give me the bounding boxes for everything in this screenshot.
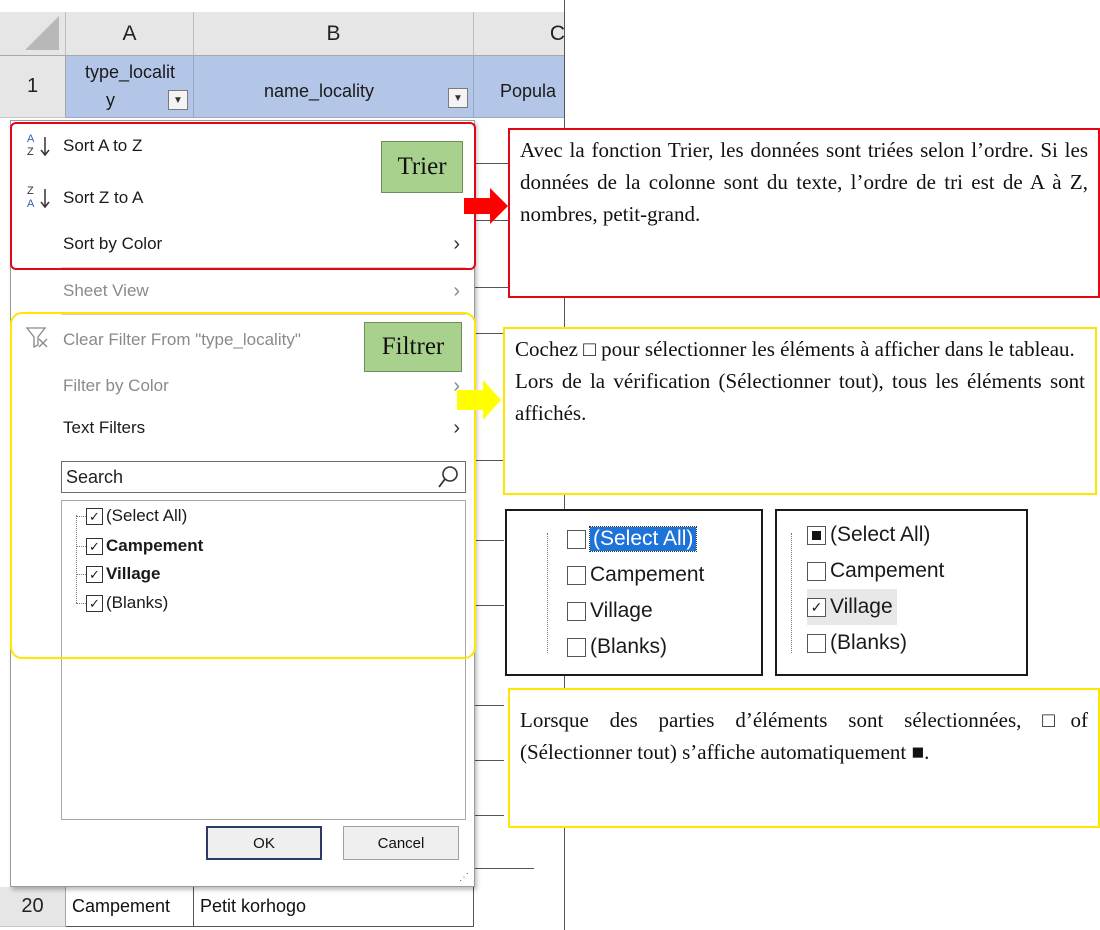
checkbox-empty-icon bbox=[807, 633, 826, 653]
panel-item-select-all: (Select All) bbox=[807, 517, 930, 553]
panel-item-village: Village bbox=[567, 593, 653, 629]
panel-item-label: Campement bbox=[590, 563, 705, 586]
yellow-arrow-icon bbox=[457, 380, 501, 420]
sort-callout: Avec la fonction Trier, les données sont… bbox=[508, 128, 1100, 298]
grid-line bbox=[474, 460, 504, 461]
panel-item-label-selected: (Select All) bbox=[588, 526, 698, 552]
panel-item-blanks: (Blanks) bbox=[807, 625, 907, 661]
panel-item-label: (Blanks) bbox=[590, 635, 668, 658]
panel-item-label: Village bbox=[830, 595, 893, 618]
grid-line bbox=[474, 540, 504, 541]
column-header-c[interactable]: C bbox=[474, 12, 565, 56]
panel-item-campement: Campement bbox=[567, 557, 704, 593]
chevron-right-icon: › bbox=[453, 279, 460, 302]
filter-dropdown-button-a[interactable]: ▼ bbox=[168, 90, 188, 110]
filter-callout: Cochez □ pour sélectionner les éléments … bbox=[503, 327, 1097, 495]
header-cell-type-locality[interactable]: type_localit y ▼ bbox=[66, 56, 194, 118]
select-all-corner[interactable] bbox=[0, 12, 66, 56]
panel-item-label: Campement bbox=[830, 559, 945, 582]
checkbox-empty-icon bbox=[567, 601, 586, 621]
cancel-button[interactable]: Cancel bbox=[343, 826, 459, 860]
ok-button[interactable]: OK bbox=[206, 826, 322, 860]
checkbox-empty-icon bbox=[567, 529, 586, 549]
cell-b20[interactable]: Petit korhogo bbox=[194, 887, 474, 927]
filter-tag: Filtrer bbox=[364, 322, 462, 372]
grid-line bbox=[474, 760, 504, 761]
panel-item-village: ✓ Village bbox=[807, 589, 897, 625]
grid-line bbox=[474, 815, 504, 816]
example-panel-partial: (Select All) Campement ✓ Village (Blanks… bbox=[775, 509, 1028, 676]
tree-connector bbox=[547, 533, 548, 653]
filter-callout-line1: Cochez □ pour sélectionner les éléments … bbox=[515, 337, 1075, 361]
header-a-line2: y bbox=[106, 90, 115, 110]
row-header-1[interactable]: 1 bbox=[0, 56, 66, 118]
header-b-text: name_locality bbox=[264, 81, 375, 101]
filter-callout-line2: Lors de la vérification (Sélectionner to… bbox=[515, 369, 1085, 425]
header-cell-name-locality[interactable]: name_locality ▼ bbox=[194, 56, 474, 118]
row-header-20[interactable]: 20 bbox=[0, 887, 66, 927]
header-c-text: Popula bbox=[500, 81, 557, 101]
panel-item-label: Village bbox=[590, 599, 653, 622]
panel-item-label: (Select All) bbox=[830, 523, 931, 546]
header-a-line1: type_localit bbox=[84, 62, 176, 82]
example-panel-unchecked: (Select All) Campement Village (Blanks) bbox=[505, 509, 763, 676]
checkbox-checked-icon: ✓ bbox=[807, 597, 826, 617]
grid-line bbox=[474, 868, 534, 869]
column-header-b[interactable]: B bbox=[194, 12, 474, 56]
sheet-view-label: Sheet View bbox=[63, 281, 149, 300]
header-cell-population[interactable]: Popula bbox=[474, 56, 565, 118]
panel-item-select-all: (Select All) bbox=[567, 521, 698, 557]
partial-selection-callout: Lorsque des parties d’éléments sont séle… bbox=[508, 688, 1100, 828]
checkbox-empty-icon bbox=[807, 561, 826, 581]
grid-line bbox=[474, 705, 504, 706]
filter-dropdown-button-b[interactable]: ▼ bbox=[448, 88, 468, 108]
resize-grip-icon[interactable]: ⋰ bbox=[459, 872, 470, 883]
grid-line bbox=[474, 605, 504, 606]
grid-line bbox=[474, 333, 504, 334]
cell-a20[interactable]: Campement bbox=[66, 887, 194, 927]
checkbox-empty-icon bbox=[567, 637, 586, 657]
sort-tag: Trier bbox=[381, 141, 463, 193]
column-header-a[interactable]: A bbox=[66, 12, 194, 56]
panel-item-label: (Blanks) bbox=[830, 631, 908, 654]
panel-item-campement: Campement bbox=[807, 553, 944, 589]
tree-connector bbox=[791, 533, 792, 653]
checkbox-empty-icon bbox=[567, 565, 586, 585]
red-arrow-icon bbox=[464, 188, 508, 224]
panel-item-blanks: (Blanks) bbox=[567, 629, 667, 665]
checkbox-indeterminate-icon bbox=[807, 525, 826, 545]
menu-item-sheet-view: Sheet View › bbox=[11, 268, 474, 314]
